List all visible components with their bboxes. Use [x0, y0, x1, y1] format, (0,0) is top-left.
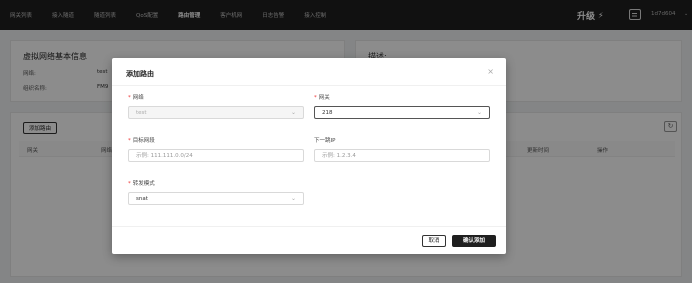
gateway-select-value: 218 [322, 110, 333, 116]
dialog-title: 添加路由 [126, 70, 154, 78]
target-network-field[interactable] [128, 149, 304, 162]
next-hop-input[interactable] [315, 150, 489, 161]
confirm-add-button[interactable]: 确认添加 [452, 235, 496, 247]
target-network-label: * 目标网段 [128, 138, 155, 144]
forward-mode-value: snat [136, 196, 148, 202]
forward-mode-label: * 转发模式 [128, 181, 155, 187]
close-icon[interactable]: × [487, 67, 494, 76]
network-select: test ⌄ [128, 106, 304, 119]
cancel-button[interactable]: 取消 [422, 235, 446, 247]
dialog-footer: 取消 确认添加 [112, 226, 506, 254]
chevron-down-icon: ⌄ [290, 195, 296, 202]
forward-mode-select[interactable]: snat ⌄ [128, 192, 304, 205]
gateway-label: * 网关 [314, 95, 330, 101]
network-label: * 网络 [128, 95, 144, 101]
network-select-value: test [136, 110, 147, 116]
chevron-down-icon: ⌄ [476, 109, 482, 116]
dialog-header: 添加路由 × [112, 58, 506, 86]
next-hop-label: 下一跳IP [314, 138, 336, 144]
add-route-dialog: 添加路由 × *网络 test ⌄ *网关 218 ⌄ *目标网段 下一跳IP … [112, 58, 506, 254]
gateway-select[interactable]: 218 ⌄ [314, 106, 490, 119]
chevron-down-icon: ⌄ [290, 109, 296, 116]
target-network-input[interactable] [129, 150, 303, 161]
next-hop-field[interactable] [314, 149, 490, 162]
